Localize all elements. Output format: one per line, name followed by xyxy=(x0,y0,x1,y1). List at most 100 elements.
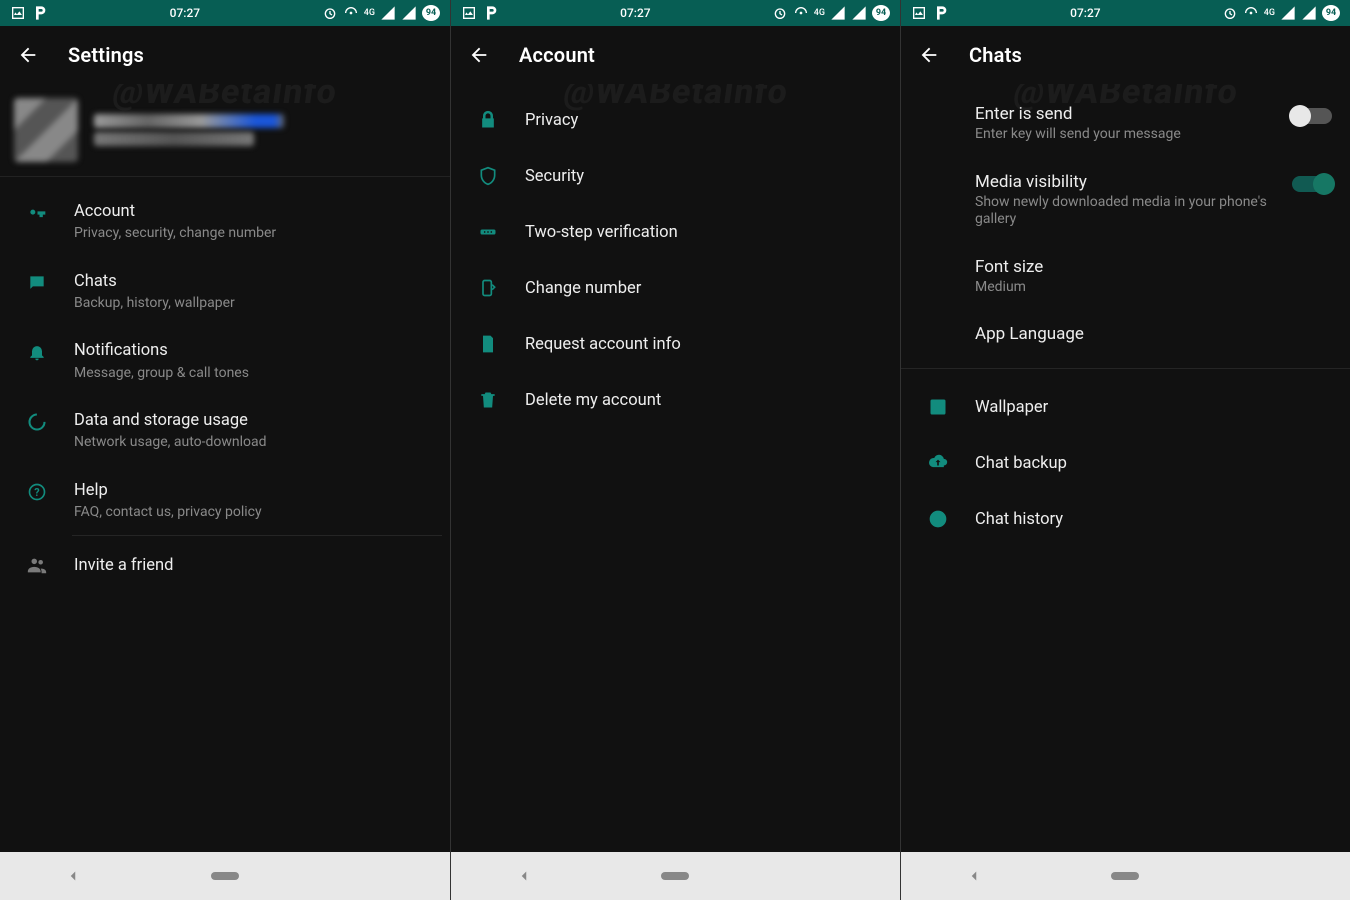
nav-bar xyxy=(451,852,900,900)
nav-back-button[interactable] xyxy=(64,867,82,885)
account-item-request-info[interactable]: Request account info xyxy=(451,316,900,372)
back-button[interactable] xyxy=(16,43,40,67)
item-title: Request account info xyxy=(525,335,681,354)
back-button[interactable] xyxy=(917,43,941,67)
cloud-upload-icon xyxy=(923,453,953,473)
item-sub: Enter key will send your message xyxy=(975,126,1274,144)
toggle-enter-send[interactable] xyxy=(1292,108,1332,124)
app-bar: Chats xyxy=(901,26,1350,84)
item-sub: Medium xyxy=(975,279,1314,297)
item-title: App Language xyxy=(975,324,1314,344)
item-title: Enter is send xyxy=(975,104,1274,124)
item-title: Chats xyxy=(74,271,434,292)
chats-item-history[interactable]: Chat history xyxy=(901,491,1350,547)
account-item-privacy[interactable]: Privacy xyxy=(451,92,900,148)
alarm-icon xyxy=(772,5,788,21)
hotspot-icon xyxy=(343,5,359,21)
status-bar: 07:27 4G 94 xyxy=(451,0,900,26)
page-title: Chats xyxy=(969,43,1022,67)
chats-app-language[interactable]: App Language xyxy=(953,310,1350,358)
document-icon xyxy=(473,334,503,354)
signal-icon-2 xyxy=(851,5,867,21)
arrow-left-icon xyxy=(918,44,940,66)
status-time: 07:27 xyxy=(48,6,322,20)
svg-text:?: ? xyxy=(34,486,39,499)
item-title: Change number xyxy=(525,279,641,298)
nav-back-button[interactable] xyxy=(965,867,983,885)
network-4g-label: 4G xyxy=(364,8,375,18)
status-bar: 07:27 4G 94 xyxy=(901,0,1350,26)
profile-row[interactable] xyxy=(0,84,450,177)
trash-icon xyxy=(473,390,503,410)
toggle-media-visibility[interactable] xyxy=(1292,176,1332,192)
key-icon xyxy=(22,203,52,223)
status-bar: 07:27 4G 94 xyxy=(0,0,450,26)
account-item-security[interactable]: Security xyxy=(451,148,900,204)
p-icon xyxy=(32,5,48,21)
hotspot-icon xyxy=(1243,5,1259,21)
nav-back-button[interactable] xyxy=(515,867,533,885)
divider xyxy=(901,368,1350,369)
screen-settings: 07:27 4G 94 Settings @WABetaInfo Acc xyxy=(0,0,450,900)
account-item-delete[interactable]: Delete my account xyxy=(451,372,900,428)
people-icon xyxy=(22,554,52,576)
battery-badge: 94 xyxy=(1322,5,1340,21)
hotspot-icon xyxy=(793,5,809,21)
signal-icon xyxy=(1280,5,1296,21)
battery-badge: 94 xyxy=(422,5,440,21)
item-title: Chat backup xyxy=(975,454,1067,473)
chats-font-size[interactable]: Font size Medium xyxy=(953,243,1350,311)
item-title: Two-step verification xyxy=(525,223,678,242)
item-sub: FAQ, contact us, privacy policy xyxy=(74,503,434,521)
item-title: Security xyxy=(525,167,584,186)
nav-home-button[interactable] xyxy=(211,872,239,880)
chats-item-wallpaper[interactable]: Wallpaper xyxy=(901,379,1350,435)
wallpaper-icon xyxy=(923,397,953,417)
signal-icon-2 xyxy=(401,5,417,21)
item-title: Font size xyxy=(975,257,1314,277)
back-button[interactable] xyxy=(467,43,491,67)
chats-item-backup[interactable]: Chat backup xyxy=(901,435,1350,491)
chats-content: @WABetaInfo Enter is send Enter key will… xyxy=(901,84,1350,852)
settings-content: @WABetaInfo Account Privacy, security, c… xyxy=(0,84,450,852)
item-sub: Message, group & call tones xyxy=(74,364,434,382)
signal-icon-2 xyxy=(1301,5,1317,21)
settings-item-chats[interactable]: Chats Backup, history, wallpaper xyxy=(0,257,450,327)
phone-swap-icon xyxy=(473,278,503,298)
page-title: Account xyxy=(519,43,595,67)
item-title: Notifications xyxy=(74,340,434,361)
item-title: Media visibility xyxy=(975,172,1274,192)
status-time: 07:27 xyxy=(499,6,772,20)
account-item-two-step[interactable]: Two-step verification xyxy=(451,204,900,260)
settings-item-notifications[interactable]: Notifications Message, group & call tone… xyxy=(0,326,450,396)
nav-bar xyxy=(901,852,1350,900)
alarm-icon xyxy=(322,5,338,21)
signal-icon xyxy=(380,5,396,21)
chats-media-visibility[interactable]: Media visibility Show newly downloaded m… xyxy=(953,158,1350,243)
alarm-icon xyxy=(1222,5,1238,21)
item-sub: Privacy, security, change number xyxy=(74,224,434,242)
image-icon xyxy=(911,5,927,21)
shield-icon xyxy=(473,166,503,186)
chat-icon xyxy=(22,273,52,293)
invite-friend[interactable]: Invite a friend xyxy=(0,536,450,594)
item-title: Privacy xyxy=(525,111,578,130)
network-4g-label: 4G xyxy=(814,8,825,18)
account-item-change-number[interactable]: Change number xyxy=(451,260,900,316)
settings-item-data[interactable]: Data and storage usage Network usage, au… xyxy=(0,396,450,466)
item-title: Account xyxy=(74,201,434,222)
bell-icon xyxy=(22,342,52,362)
chats-enter-send[interactable]: Enter is send Enter key will send your m… xyxy=(953,90,1350,158)
page-title: Settings xyxy=(68,43,144,67)
nav-home-button[interactable] xyxy=(661,872,689,880)
item-title: Invite a friend xyxy=(74,556,173,575)
nav-bar xyxy=(0,852,450,900)
lock-icon xyxy=(473,110,503,130)
nav-home-button[interactable] xyxy=(1111,872,1139,880)
item-title: Chat history xyxy=(975,510,1063,529)
settings-item-account[interactable]: Account Privacy, security, change number xyxy=(0,187,450,257)
data-usage-icon xyxy=(22,412,52,432)
settings-item-help[interactable]: ? Help FAQ, contact us, privacy policy xyxy=(0,466,450,536)
item-sub: Network usage, auto-download xyxy=(74,433,434,451)
image-icon xyxy=(461,5,477,21)
